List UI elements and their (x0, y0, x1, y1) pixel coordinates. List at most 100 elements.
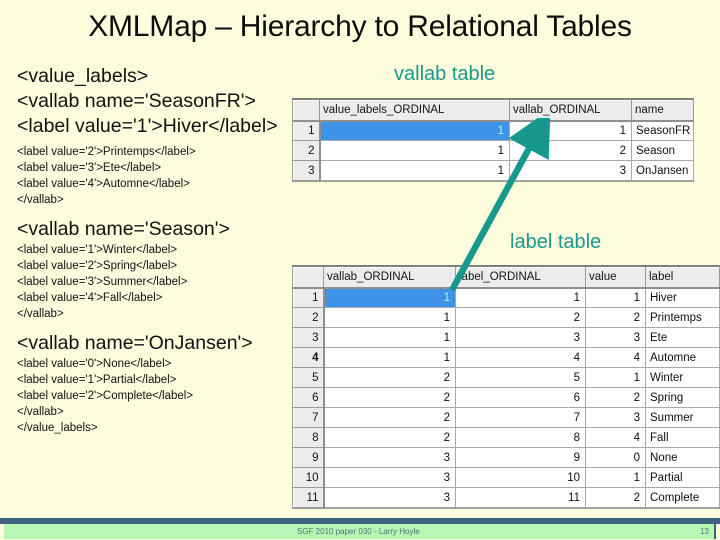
table-cell[interactable]: 1 (319, 120, 510, 141)
xml-line: </value_labels> (17, 422, 98, 434)
table-cell[interactable]: 3 (323, 447, 456, 468)
table-cell[interactable]: Summer (645, 407, 720, 428)
row-number-header[interactable]: 1 (293, 287, 325, 308)
table-cell[interactable]: OnJansen (631, 160, 694, 181)
table-cell[interactable]: 1 (319, 160, 510, 181)
table-row: 1 1 1 SeasonFR (293, 120, 694, 141)
xml-line: <label value='3'>Ete</label> (17, 162, 162, 174)
xml-line: </vallab> (17, 308, 64, 320)
table-cell[interactable]: 6 (455, 387, 586, 408)
table-cell[interactable]: Complete (645, 487, 720, 508)
table-cell[interactable]: 2 (585, 307, 646, 328)
table-body: 1 1 1 1 Hiver 2 1 2 2 Printemps 3 1 3 3 Ete 4 1 4 4 Automne… (293, 287, 720, 508)
column-header[interactable]: value_labels_ORDINAL (319, 100, 510, 122)
xml-line: </vallab> (17, 406, 64, 418)
label-table[interactable]: vallab_ORDINAL label_ORDINAL value label 11… (292, 265, 720, 509)
row-number-header[interactable]: 8 (293, 427, 325, 448)
row-number-header[interactable]: 3 (293, 327, 325, 348)
row-number-header[interactable]: 6 (293, 387, 325, 408)
table-cell[interactable]: 1 (323, 307, 456, 328)
table-cell[interactable]: 1 (585, 467, 646, 488)
column-header[interactable]: name (631, 100, 694, 122)
table-cell[interactable]: 5 (455, 367, 586, 388)
table-cell[interactable]: Winter (645, 367, 720, 388)
xml-source-block: <value_labels> <vallab name='SeasonFR'> <l… (17, 64, 302, 436)
xml-line: <label value='2'>Printemps</label> (17, 146, 196, 158)
table-cell[interactable]: 2 (323, 407, 456, 428)
column-header[interactable]: vallab_ORDINAL (509, 100, 632, 122)
grid-corner (293, 267, 324, 289)
table-cell[interactable]: 10 (455, 467, 586, 488)
table-cell[interactable]: 1 (585, 287, 646, 308)
xml-line: <label value='3'>Summer</label> (17, 276, 188, 288)
table-cell[interactable]: 1 (455, 287, 586, 308)
row-number-header[interactable]: 4 (293, 347, 325, 368)
table-row: 4 1 4 4 Automne (293, 347, 720, 368)
table-cell[interactable]: 2 (509, 140, 632, 161)
table-cell[interactable]: None (645, 447, 720, 468)
table-cell[interactable]: 1 (323, 347, 456, 368)
table-cell[interactable]: 3 (585, 407, 646, 428)
table-cell[interactable]: 2 (585, 487, 646, 508)
table-cell[interactable]: 3 (323, 467, 456, 488)
table-cell[interactable]: 2 (455, 307, 586, 328)
table-cell[interactable]: 1 (323, 327, 456, 348)
table-cell[interactable]: 7 (455, 407, 586, 428)
row-number-header[interactable]: 2 (293, 140, 321, 161)
table-cell[interactable]: Ete (645, 327, 720, 348)
row-number-header[interactable]: 3 (293, 160, 321, 181)
table-cell[interactable]: 11 (455, 487, 586, 508)
table-cell[interactable]: 2 (323, 367, 456, 388)
row-number-header[interactable]: 2 (293, 307, 325, 328)
column-header[interactable]: value (585, 267, 646, 289)
row-number-header[interactable]: 5 (293, 367, 325, 388)
table-cell[interactable]: Hiver (645, 287, 720, 308)
table-cell[interactable]: 1 (509, 120, 632, 141)
table-cell[interactable]: Printemps (645, 307, 720, 328)
table-cell[interactable]: 4 (585, 347, 646, 368)
table-cell[interactable]: Season (631, 140, 694, 161)
column-header[interactable]: label_ORDINAL (455, 267, 586, 289)
table-row: 3 1 3 3 Ete (293, 327, 720, 348)
table-cell[interactable]: 2 (323, 427, 456, 448)
xml-line: <label value='1'>Winter</label> (17, 244, 178, 256)
table-cell[interactable]: 3 (509, 160, 632, 181)
vallab-table-caption: vallab table (394, 63, 496, 85)
vallab-table[interactable]: value_labels_ORDINAL vallab_ORDINAL name 1… (292, 98, 694, 182)
table-cell[interactable]: 1 (585, 367, 646, 388)
table-cell[interactable]: 0 (585, 447, 646, 468)
column-header[interactable]: vallab_ORDINAL (323, 267, 456, 289)
table-row: 11 3 11 2 Complete (293, 487, 720, 508)
table-cell[interactable]: 4 (585, 427, 646, 448)
xml-spacer (17, 322, 302, 331)
column-header[interactable]: label (645, 267, 720, 289)
table-cell[interactable]: 2 (323, 387, 456, 408)
table-cell[interactable]: SeasonFR (631, 120, 694, 141)
table-row: 5 2 5 1 Winter (293, 367, 720, 388)
row-number-header[interactable]: 10 (293, 467, 325, 488)
table-cell[interactable]: Automne (645, 347, 720, 368)
table-cell[interactable]: 3 (585, 327, 646, 348)
table-cell[interactable]: 3 (455, 327, 586, 348)
table-cell[interactable]: 8 (455, 427, 586, 448)
table-cell[interactable]: Spring (645, 387, 720, 408)
xml-line: <label value='1'>Partial</label> (17, 374, 177, 386)
table-cell[interactable]: 2 (585, 387, 646, 408)
table-cell[interactable]: 4 (455, 347, 586, 368)
table-cell[interactable]: Partial (645, 467, 720, 488)
table-row: 9 3 9 0 None (293, 447, 720, 468)
table-cell[interactable]: 9 (455, 447, 586, 468)
row-number-header[interactable]: 1 (293, 120, 321, 141)
table-row: 3 1 3 OnJansen (293, 160, 694, 181)
table-row: 2 1 2 2 Printemps (293, 307, 720, 328)
table-cell[interactable]: 1 (323, 287, 456, 308)
table-cell[interactable]: 1 (319, 140, 510, 161)
row-number-header[interactable]: 9 (293, 447, 325, 468)
xml-line: <label value='2'>Complete</label> (17, 390, 194, 402)
table-cell[interactable]: 3 (323, 487, 456, 508)
row-number-header[interactable]: 11 (293, 487, 325, 508)
table-row: 8 2 8 4 Fall (293, 427, 720, 448)
xml-line: <value_labels> (17, 65, 149, 87)
table-cell[interactable]: Fall (645, 427, 720, 448)
row-number-header[interactable]: 7 (293, 407, 325, 428)
